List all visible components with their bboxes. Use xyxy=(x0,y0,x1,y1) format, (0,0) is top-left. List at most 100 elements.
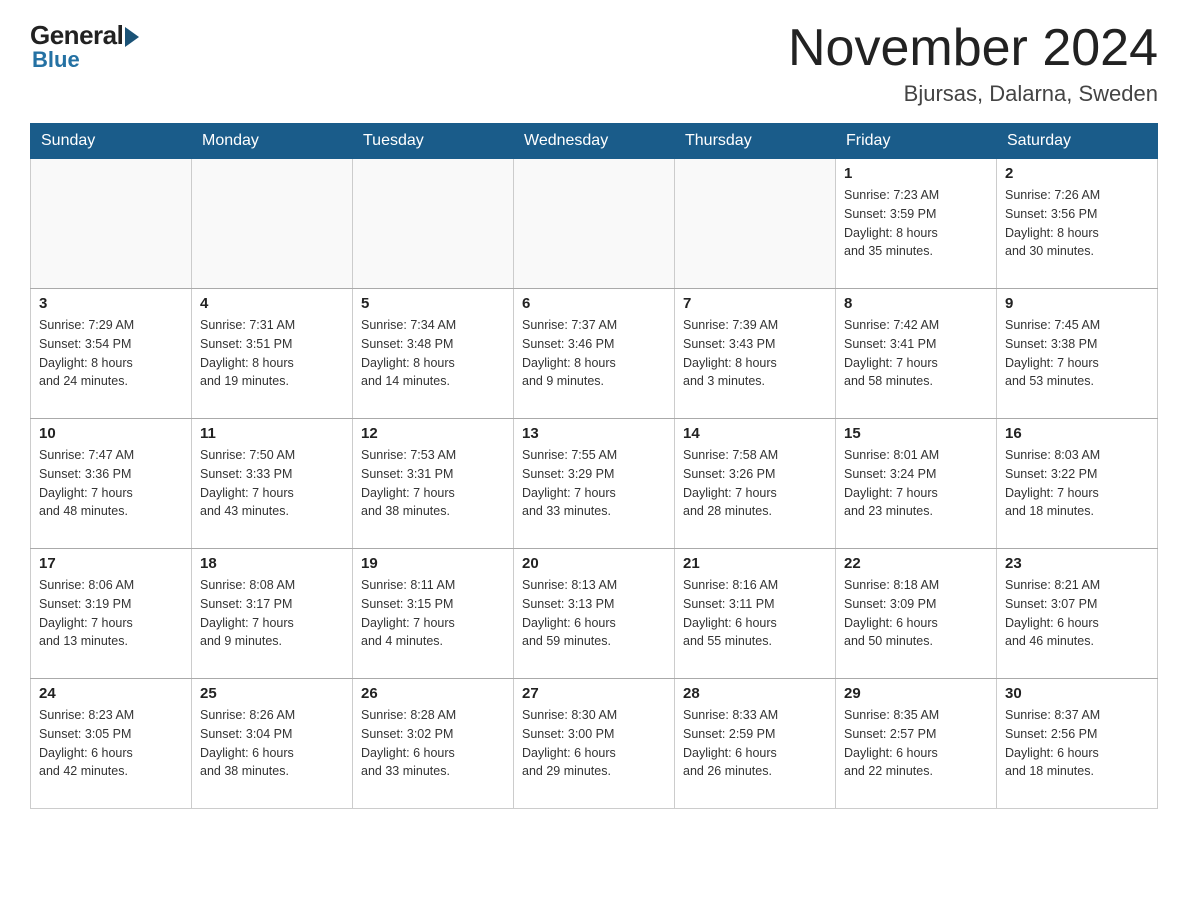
day-number: 21 xyxy=(683,555,827,572)
day-number: 4 xyxy=(200,295,344,312)
calendar-cell: 14Sunrise: 7:58 AM Sunset: 3:26 PM Dayli… xyxy=(675,419,836,549)
day-number: 11 xyxy=(200,425,344,442)
day-info: Sunrise: 8:21 AM Sunset: 3:07 PM Dayligh… xyxy=(1005,576,1149,651)
day-header-wednesday: Wednesday xyxy=(514,124,675,159)
calendar-week-1: 1 Sunrise: 7:23 AM Sunset: 3:59 PM Daylig… xyxy=(31,159,1158,289)
day-number: 1 xyxy=(844,165,988,182)
calendar-cell: 30Sunrise: 8:37 AM Sunset: 2:56 PM Dayli… xyxy=(997,679,1158,809)
day-number: 28 xyxy=(683,685,827,702)
calendar-cell: 12 Sunrise: 7:53 AM Sunset: 3:31 PM Dayli… xyxy=(353,419,514,549)
day-number: 26 xyxy=(361,685,505,702)
day-info: Sunrise: 8:03 AM Sunset: 3:22 PM Dayligh… xyxy=(1005,446,1149,521)
day-number: 5 xyxy=(361,295,505,312)
calendar-cell: 8Sunrise: 7:42 AM Sunset: 3:41 PM Daylig… xyxy=(836,289,997,419)
day-info: Sunrise: 8:08 AM Sunset: 3:17 PM Dayligh… xyxy=(200,576,344,651)
day-number: 16 xyxy=(1005,425,1149,442)
day-info: Sunrise: 7:39 AM Sunset: 3:43 PM Dayligh… xyxy=(683,316,827,391)
calendar-cell: 24 Sunrise: 8:23 AM Sunset: 3:05 PM Dayli… xyxy=(31,679,192,809)
day-number: 10 xyxy=(39,425,183,442)
calendar-cell: 27 Sunrise: 8:30 AM Sunset: 3:00 PM Dayli… xyxy=(514,679,675,809)
calendar-cell: 1 Sunrise: 7:23 AM Sunset: 3:59 PM Daylig… xyxy=(836,159,997,289)
day-number: 13 xyxy=(522,425,666,442)
day-header-monday: Monday xyxy=(192,124,353,159)
day-info: Sunrise: 7:53 AM Sunset: 3:31 PM Dayligh… xyxy=(361,446,505,521)
calendar-cell: 2 Sunrise: 7:26 AM Sunset: 3:56 PM Daylig… xyxy=(997,159,1158,289)
day-number: 12 xyxy=(361,425,505,442)
day-info: Sunrise: 8:30 AM Sunset: 3:00 PM Dayligh… xyxy=(522,706,666,781)
calendar-cell: 28 Sunrise: 8:33 AM Sunset: 2:59 PM Dayli… xyxy=(675,679,836,809)
day-number: 23 xyxy=(1005,555,1149,572)
day-info: Sunrise: 7:34 AM Sunset: 3:48 PM Dayligh… xyxy=(361,316,505,391)
calendar-cell: 6Sunrise: 7:37 AM Sunset: 3:46 PM Daylig… xyxy=(514,289,675,419)
logo-blue-text: Blue xyxy=(32,47,80,73)
day-number: 24 xyxy=(39,685,183,702)
day-info: Sunrise: 8:23 AM Sunset: 3:05 PM Dayligh… xyxy=(39,706,183,781)
day-info: Sunrise: 7:58 AM Sunset: 3:26 PM Dayligh… xyxy=(683,446,827,521)
day-number: 2 xyxy=(1005,165,1149,182)
calendar-cell: 26 Sunrise: 8:28 AM Sunset: 3:02 PM Dayli… xyxy=(353,679,514,809)
calendar-cell: 29 Sunrise: 8:35 AM Sunset: 2:57 PM Dayli… xyxy=(836,679,997,809)
day-info: Sunrise: 8:11 AM Sunset: 3:15 PM Dayligh… xyxy=(361,576,505,651)
day-info: Sunrise: 7:45 AM Sunset: 3:38 PM Dayligh… xyxy=(1005,316,1149,391)
day-info: Sunrise: 8:28 AM Sunset: 3:02 PM Dayligh… xyxy=(361,706,505,781)
day-header-tuesday: Tuesday xyxy=(353,124,514,159)
calendar-cell: 7 Sunrise: 7:39 AM Sunset: 3:43 PM Daylig… xyxy=(675,289,836,419)
day-number: 25 xyxy=(200,685,344,702)
calendar-cell: 19 Sunrise: 8:11 AM Sunset: 3:15 PM Dayli… xyxy=(353,549,514,679)
calendar-cell: 5 Sunrise: 7:34 AM Sunset: 3:48 PM Daylig… xyxy=(353,289,514,419)
day-number: 15 xyxy=(844,425,988,442)
day-info: Sunrise: 8:06 AM Sunset: 3:19 PM Dayligh… xyxy=(39,576,183,651)
day-number: 22 xyxy=(844,555,988,572)
day-info: Sunrise: 7:50 AM Sunset: 3:33 PM Dayligh… xyxy=(200,446,344,521)
day-info: Sunrise: 7:31 AM Sunset: 3:51 PM Dayligh… xyxy=(200,316,344,391)
day-number: 27 xyxy=(522,685,666,702)
day-info: Sunrise: 7:23 AM Sunset: 3:59 PM Dayligh… xyxy=(844,186,988,261)
calendar-cell xyxy=(31,159,192,289)
calendar-cell: 9 Sunrise: 7:45 AM Sunset: 3:38 PM Daylig… xyxy=(997,289,1158,419)
location-text: Bjursas, Dalarna, Sweden xyxy=(788,81,1158,107)
day-header-sunday: Sunday xyxy=(31,124,192,159)
day-info: Sunrise: 7:26 AM Sunset: 3:56 PM Dayligh… xyxy=(1005,186,1149,261)
day-number: 18 xyxy=(200,555,344,572)
day-number: 9 xyxy=(1005,295,1149,312)
calendar-cell: 25 Sunrise: 8:26 AM Sunset: 3:04 PM Dayli… xyxy=(192,679,353,809)
day-info: Sunrise: 7:42 AM Sunset: 3:41 PM Dayligh… xyxy=(844,316,988,391)
calendar-header-row: SundayMondayTuesdayWednesdayThursdayFrid… xyxy=(31,124,1158,159)
day-info: Sunrise: 8:18 AM Sunset: 3:09 PM Dayligh… xyxy=(844,576,988,651)
calendar-cell: 15 Sunrise: 8:01 AM Sunset: 3:24 PM Dayli… xyxy=(836,419,997,549)
day-info: Sunrise: 8:16 AM Sunset: 3:11 PM Dayligh… xyxy=(683,576,827,651)
calendar-cell: 13 Sunrise: 7:55 AM Sunset: 3:29 PM Dayli… xyxy=(514,419,675,549)
day-number: 3 xyxy=(39,295,183,312)
day-info: Sunrise: 8:01 AM Sunset: 3:24 PM Dayligh… xyxy=(844,446,988,521)
calendar-cell: 16 Sunrise: 8:03 AM Sunset: 3:22 PM Dayli… xyxy=(997,419,1158,549)
day-number: 30 xyxy=(1005,685,1149,702)
day-info: Sunrise: 7:55 AM Sunset: 3:29 PM Dayligh… xyxy=(522,446,666,521)
day-number: 20 xyxy=(522,555,666,572)
day-number: 17 xyxy=(39,555,183,572)
day-number: 29 xyxy=(844,685,988,702)
calendar-cell xyxy=(514,159,675,289)
calendar-cell xyxy=(192,159,353,289)
month-title: November 2024 xyxy=(788,20,1158,77)
logo-arrow-icon xyxy=(125,27,139,47)
calendar-week-4: 17 Sunrise: 8:06 AM Sunset: 3:19 PM Dayli… xyxy=(31,549,1158,679)
day-info: Sunrise: 7:47 AM Sunset: 3:36 PM Dayligh… xyxy=(39,446,183,521)
calendar-week-3: 10 Sunrise: 7:47 AM Sunset: 3:36 PM Dayli… xyxy=(31,419,1158,549)
calendar-cell: 3Sunrise: 7:29 AM Sunset: 3:54 PM Daylig… xyxy=(31,289,192,419)
calendar-cell: 10 Sunrise: 7:47 AM Sunset: 3:36 PM Dayli… xyxy=(31,419,192,549)
day-number: 7 xyxy=(683,295,827,312)
calendar-cell: 4 Sunrise: 7:31 AM Sunset: 3:51 PM Daylig… xyxy=(192,289,353,419)
day-info: Sunrise: 8:26 AM Sunset: 3:04 PM Dayligh… xyxy=(200,706,344,781)
calendar-week-2: 3Sunrise: 7:29 AM Sunset: 3:54 PM Daylig… xyxy=(31,289,1158,419)
calendar-table: SundayMondayTuesdayWednesdayThursdayFrid… xyxy=(30,123,1158,809)
day-info: Sunrise: 7:37 AM Sunset: 3:46 PM Dayligh… xyxy=(522,316,666,391)
calendar-cell: 18 Sunrise: 8:08 AM Sunset: 3:17 PM Dayli… xyxy=(192,549,353,679)
calendar-cell: 22 Sunrise: 8:18 AM Sunset: 3:09 PM Dayli… xyxy=(836,549,997,679)
day-header-friday: Friday xyxy=(836,124,997,159)
calendar-cell: 20Sunrise: 8:13 AM Sunset: 3:13 PM Dayli… xyxy=(514,549,675,679)
day-info: Sunrise: 8:35 AM Sunset: 2:57 PM Dayligh… xyxy=(844,706,988,781)
title-block: November 2024 Bjursas, Dalarna, Sweden xyxy=(788,20,1158,107)
day-info: Sunrise: 8:33 AM Sunset: 2:59 PM Dayligh… xyxy=(683,706,827,781)
calendar-cell: 23 Sunrise: 8:21 AM Sunset: 3:07 PM Dayli… xyxy=(997,549,1158,679)
day-number: 19 xyxy=(361,555,505,572)
